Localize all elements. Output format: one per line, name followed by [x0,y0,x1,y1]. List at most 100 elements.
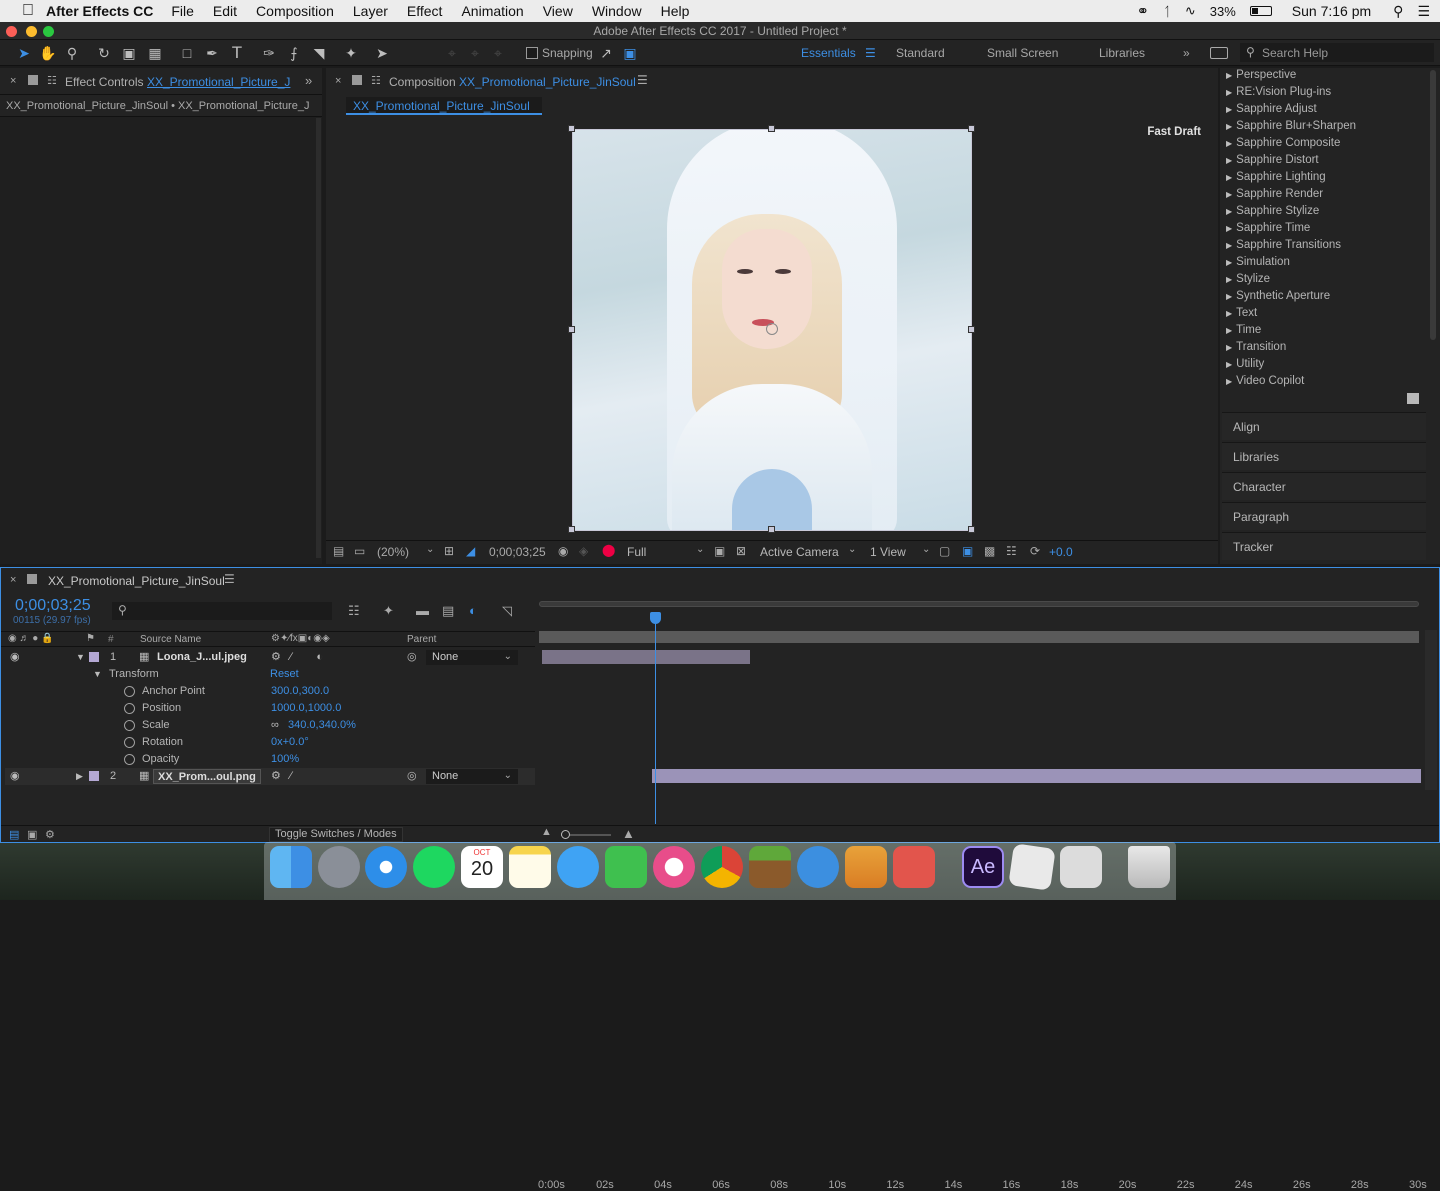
preview-document-icon[interactable] [1060,846,1102,888]
menu-edit[interactable]: Edit [213,3,237,19]
composition-subtab[interactable]: XX_Promotional_Picture_JinSoul [346,97,542,115]
workspace-libraries[interactable]: Libraries [1099,46,1145,60]
workspace-standard[interactable]: Standard [896,46,945,60]
creative-cloud-icon[interactable]: ⚭ [1136,2,1149,20]
timeline-tab[interactable]: × XX_Promotional_Picture_JinSoul ☰ [1,568,301,592]
in-out-icon[interactable]: ⚙ [45,828,55,841]
effect-category-sapphire-time[interactable]: Sapphire Time [1226,220,1426,237]
chevron-down-icon[interactable]: ⌄ [848,544,856,555]
effect-category-transition[interactable]: Transition [1226,339,1426,356]
effect-category-text[interactable]: Text [1226,305,1426,322]
stopwatch-icon[interactable] [124,720,135,731]
motion-blur-icon[interactable]: ◐ [469,603,477,618]
transform-handle-bm[interactable] [768,526,775,533]
text-document-icon[interactable] [1008,843,1056,891]
current-time-indicator-head[interactable] [650,612,661,624]
effect-category-video-copilot[interactable]: Video Copilot [1226,373,1426,390]
timeline-tab-name[interactable]: XX_Promotional_Picture_JinSoul [48,574,225,588]
parent-pickwhip-icon[interactable]: ◎ [407,649,417,666]
effect-category-sapphire-composite[interactable]: Sapphire Composite [1226,135,1426,152]
transform-handle-bl[interactable] [568,526,575,533]
layer-row-1[interactable]: ◉ ▼ 1 ▦ Loona_J...ul.jpeg ⚙ ∕ ◐ ◎ None ⌄ [5,649,535,666]
remote-desktop-icon[interactable] [893,846,935,888]
menubar-clock[interactable]: Sun 7:16 pm [1292,3,1371,19]
close-icon[interactable]: × [335,75,341,87]
time-ruler[interactable] [537,598,1423,648]
menu-animation[interactable]: Animation [461,3,523,19]
column-source-name[interactable]: Source Name [140,634,201,645]
layer-search-input[interactable]: ⚲ [112,602,332,620]
panel-menu-icon[interactable]: ☰ [637,73,648,87]
close-window-button[interactable] [6,26,17,37]
app-name-menu[interactable]: After Effects CC [46,3,153,19]
rectangle-tool-icon[interactable]: □ [177,43,197,63]
finder-icon[interactable] [270,846,312,888]
effect-category-sapphire-adjust[interactable]: Sapphire Adjust [1226,101,1426,118]
libraries-panel[interactable]: Libraries [1222,442,1426,470]
property-value[interactable]: 0x+0.0° [271,734,309,751]
parent-dropdown[interactable]: None ⌄ [426,769,518,784]
panel-menu-icon[interactable]: ☰ [224,572,235,586]
eraser-tool-icon[interactable]: ◥ [309,43,329,63]
switches-icons[interactable]: ⚙✦∕fx▣◐◉◈ [271,633,330,644]
drink-app-icon[interactable] [845,846,887,888]
calendar-icon[interactable]: OCT 20 [461,846,503,888]
facetime-icon[interactable] [605,846,647,888]
parent-pickwhip-icon[interactable]: ◎ [407,768,417,785]
resolution-dropdown[interactable]: Full [627,545,646,559]
fast-previews-icon[interactable]: ▣ [714,544,725,558]
align-panel[interactable]: Align [1222,412,1426,440]
transform-reset-link[interactable]: Reset [270,666,299,683]
comp-flowchart-icon[interactable]: ☷ [348,603,360,619]
camera-view-dropdown[interactable]: Active Camera [760,545,839,559]
property-row-scale[interactable]: Scale ∞ 340.0,340.0% [5,717,535,734]
menu-help[interactable]: Help [661,3,690,19]
new-bin-icon[interactable] [1407,393,1419,404]
work-area-bar[interactable] [539,601,1419,607]
zoom-slider[interactable] [561,830,611,839]
transparency-grid-icon[interactable]: ⊠ [736,544,746,558]
timeline-current-time[interactable]: 0;00;03;25 [15,597,91,615]
effect-category-stylize[interactable]: Stylize [1226,271,1426,288]
composition-viewer[interactable]: Fast Draft [326,118,1218,538]
constrain-proportions-icon[interactable]: ∞ [271,717,279,734]
property-row-anchor-point[interactable]: Anchor Point 300.0,300.0 [5,683,535,700]
effect-category-sapphire-render[interactable]: Sapphire Render [1226,186,1426,203]
property-row-rotation[interactable]: Rotation 0x+0.0° [5,734,535,751]
twirl-closed-icon[interactable]: ▶ [76,768,83,785]
timeline-right-scroll[interactable] [1425,630,1437,790]
effect-controls-tab[interactable]: × ☷ Effect Controls XX_Promotional_Pictu… [0,68,322,95]
snapshot-camera-icon[interactable]: ◉ [558,544,568,558]
layer-label-color[interactable] [89,771,99,781]
screenshot-camera-icon[interactable] [797,846,839,888]
property-row-position[interactable]: Position 1000.0,1000.0 [5,700,535,717]
layer-switches-icon[interactable]: ▤ [9,828,19,841]
camera-tool-icon[interactable]: ▣ [119,43,139,63]
channels-icon[interactable]: ⬤ [602,543,615,557]
transfer-controls-icon[interactable]: ▣ [27,828,37,841]
after-effects-icon[interactable]: Ae [962,846,1004,888]
wifi-icon[interactable]: ∿ [1185,3,1196,19]
chevron-down-icon[interactable]: ⌄ [696,544,704,555]
spotlight-search-icon[interactable]: ⚲ [1393,3,1403,20]
apple-icon[interactable]:  [10,2,46,20]
current-time-indicator[interactable] [655,612,656,824]
notes-icon[interactable] [509,846,551,888]
effect-controls-scrollbar[interactable] [316,118,321,558]
always-preview-icon[interactable]: ▤ [333,544,344,558]
effect-category-sapphire-lighting[interactable]: Sapphire Lighting [1226,169,1426,186]
effects-scrollbar[interactable] [1430,70,1436,340]
column-parent[interactable]: Parent [407,634,436,645]
chevron-down-icon[interactable]: ⌄ [426,544,434,555]
composition-tab-name[interactable]: XX_Promotional_Picture_JinSoul [459,75,636,89]
show-snapshot-icon[interactable]: ◈ [579,544,588,558]
menu-composition[interactable]: Composition [256,3,334,19]
layer-switch-icons[interactable]: ⚙ ∕ [271,768,292,785]
zoom-out-icon[interactable]: ▲ [541,826,552,838]
selection-tool-icon[interactable]: ➤ [14,43,34,63]
timeline-icon[interactable]: ▩ [984,544,995,558]
sync-settings-icon[interactable] [1210,47,1228,59]
safari-icon[interactable] [365,846,407,888]
hand-tool-icon[interactable]: ✋ [38,43,58,63]
effect-category-simulation[interactable]: Simulation [1226,254,1426,271]
